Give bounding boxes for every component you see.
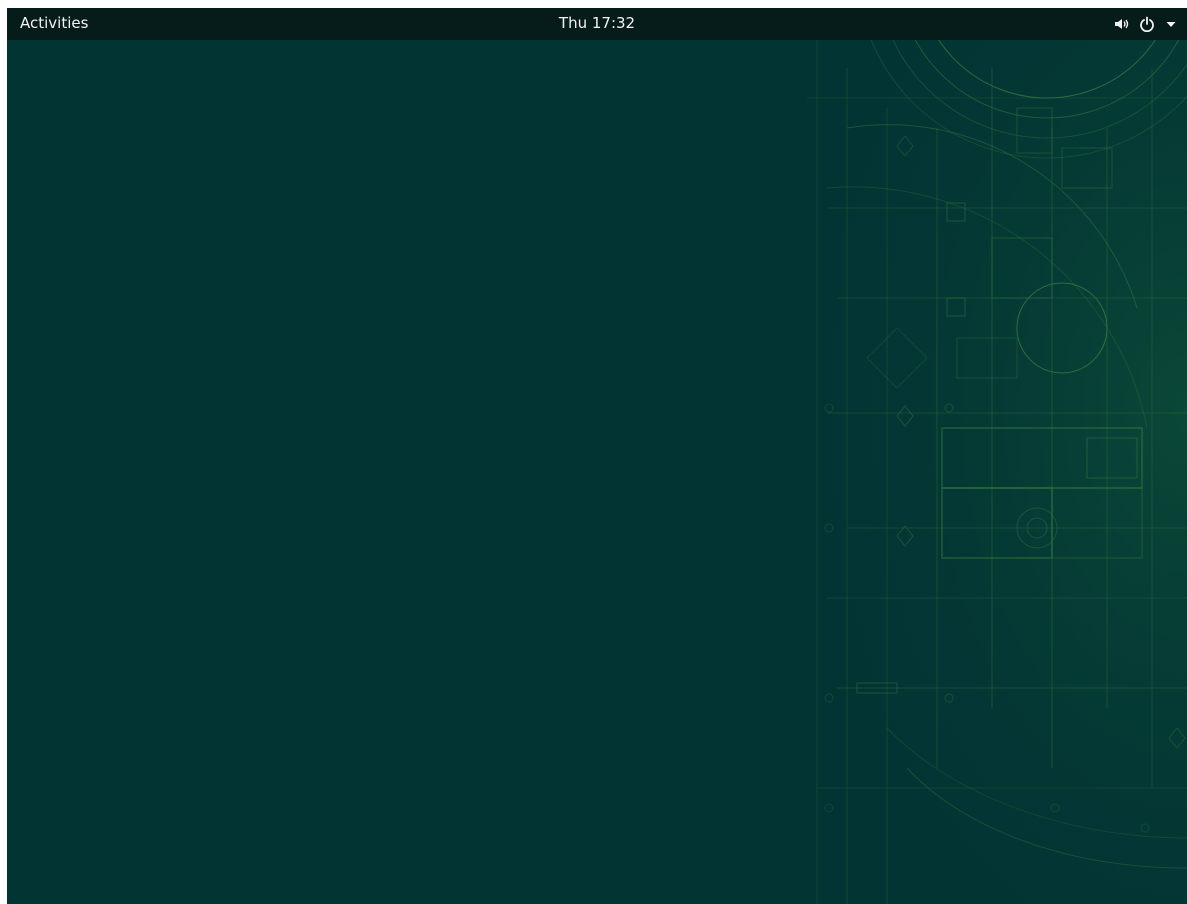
dropdown-arrow-icon <box>1165 18 1177 30</box>
system-menu-button[interactable] <box>1105 8 1187 40</box>
power-icon <box>1139 16 1155 32</box>
desktop-area[interactable] <box>7 40 1187 904</box>
desktop-screen: Activities Thu 17:32 <box>7 8 1187 904</box>
activities-button[interactable]: Activities <box>7 8 99 40</box>
top-bar: Activities Thu 17:32 <box>7 8 1187 40</box>
clock-button[interactable]: Thu 17:32 <box>551 8 643 40</box>
volume-icon <box>1113 16 1129 32</box>
